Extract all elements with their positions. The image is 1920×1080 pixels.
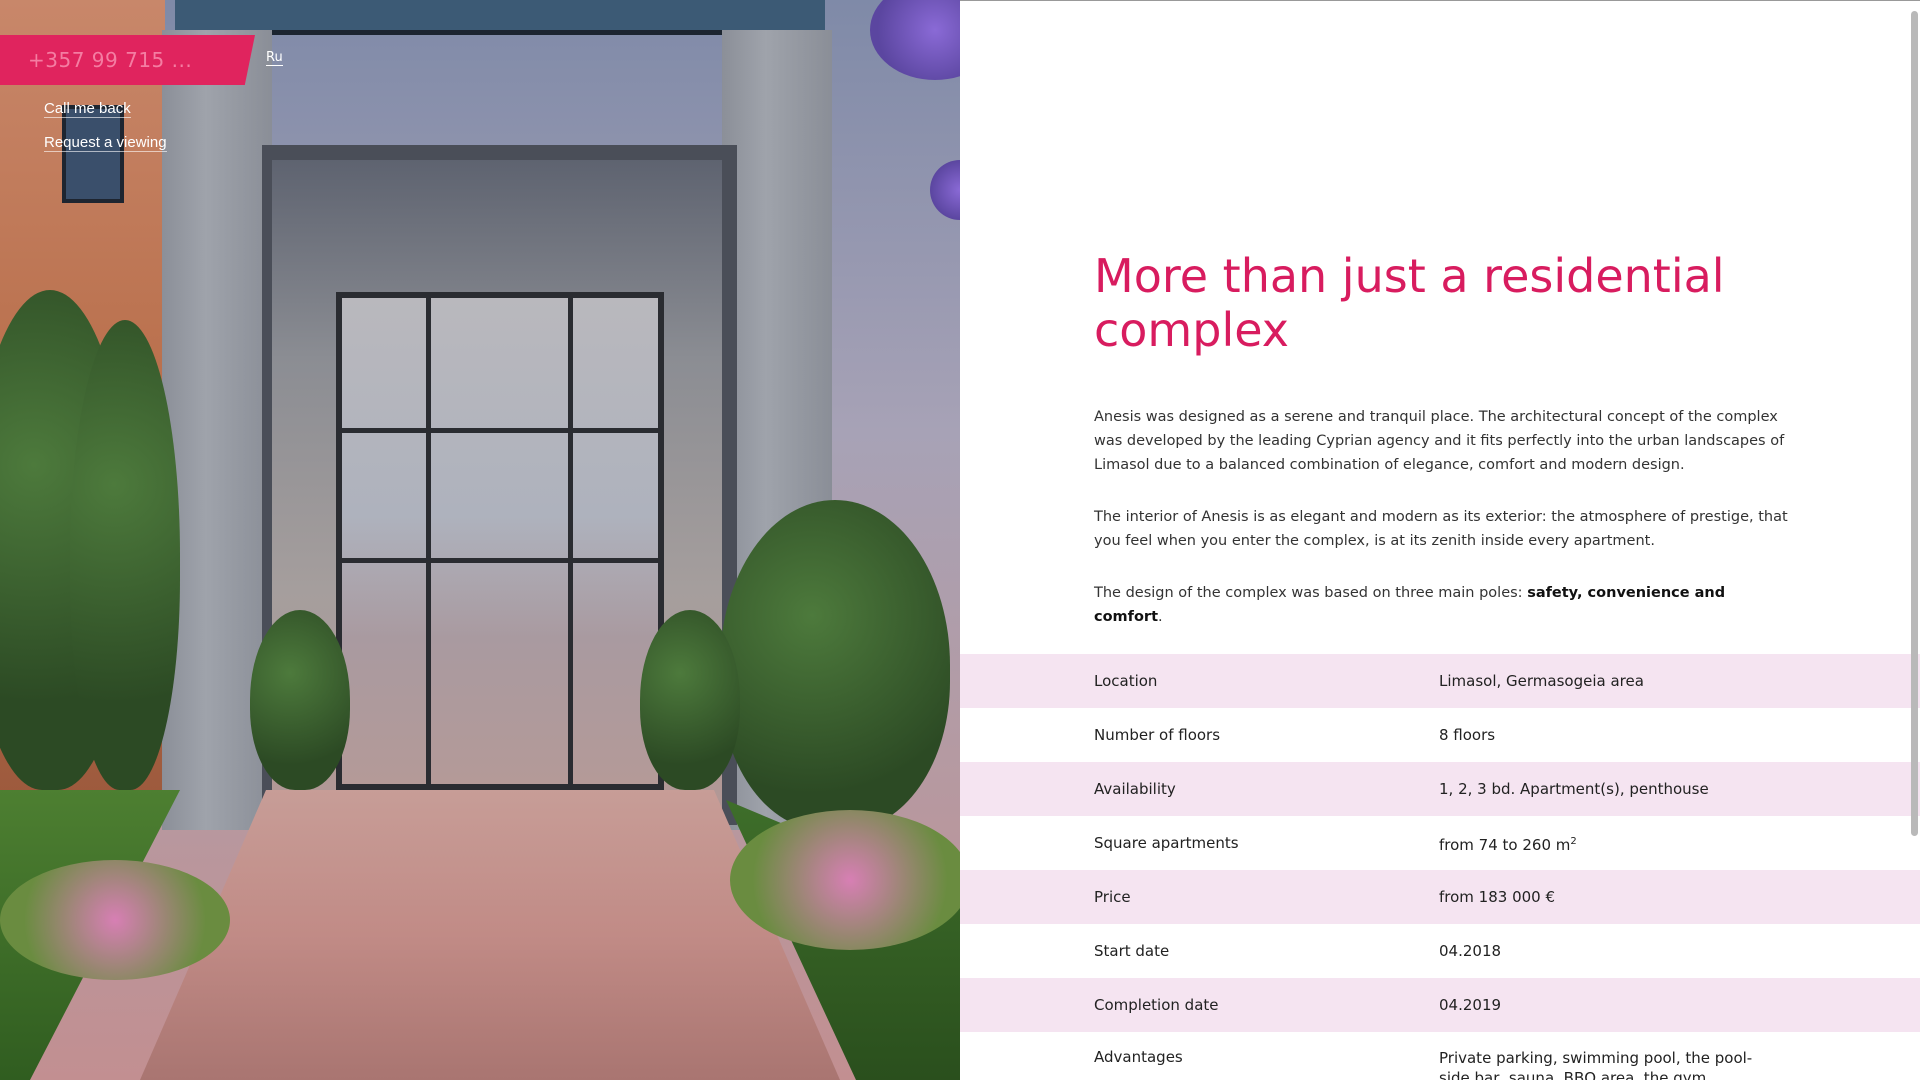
- hero-photo: [0, 0, 960, 1080]
- spec-value: Private parking, swimming pool, the pool…: [1439, 1049, 1753, 1080]
- spec-row-square: Square apartments from 74 to 260 m2: [960, 816, 1920, 870]
- intro-paragraph: Anesis was designed as a serene and tran…: [1094, 409, 1785, 473]
- phone-number[interactable]: +357 99 715 ...: [28, 48, 192, 72]
- spec-row-price: Price from 183 000 €: [960, 870, 1920, 924]
- tree: [70, 320, 180, 790]
- glass-entrance-door: [336, 292, 664, 790]
- spec-value: 8 floors: [1439, 726, 1496, 744]
- spec-value: 04.2019: [1439, 996, 1502, 1014]
- flower-bed: [730, 810, 960, 950]
- tree: [720, 500, 950, 830]
- vertical-scrollbar[interactable]: [1911, 11, 1918, 836]
- spec-label: Price: [1094, 888, 1131, 906]
- window: [62, 105, 124, 203]
- unit-superscript: 2: [1570, 835, 1577, 847]
- spec-label: Advantages: [1094, 1048, 1183, 1066]
- content-panel: More than just a residential complex Ane…: [960, 0, 1920, 1080]
- spec-row-floors: Number of floors 8 floors: [960, 708, 1920, 762]
- spec-label: Start date: [1094, 942, 1170, 960]
- language-switch-ru[interactable]: Ru: [266, 51, 283, 66]
- spec-label: Availability: [1094, 780, 1176, 798]
- page-title: More than just a residential complex: [1094, 249, 1725, 357]
- specs-table: Location Limasol, Germasogeia area Numbe…: [960, 654, 1920, 1080]
- spec-row-availability: Availability 1, 2, 3 bd. Apartment(s), p…: [960, 762, 1920, 816]
- walkway: [140, 790, 840, 1080]
- spec-value: from 183 000 €: [1439, 888, 1556, 906]
- interior-paragraph: The interior of Anesis is as elegant and…: [1094, 509, 1788, 549]
- spec-label: Completion date: [1094, 996, 1219, 1014]
- design-paragraph: The design of the complex was based on t…: [1094, 585, 1726, 625]
- spec-value: Limasol, Germasogeia area: [1439, 672, 1644, 690]
- spec-row-start-date: Start date 04.2018: [960, 924, 1920, 978]
- jacaranda-tree: [930, 160, 960, 220]
- flower-bed: [0, 860, 230, 980]
- spec-value: 04.2018: [1439, 942, 1502, 960]
- spec-row-location: Location Limasol, Germasogeia area: [960, 654, 1920, 708]
- request-viewing-link[interactable]: Request a viewing: [44, 134, 167, 152]
- palm: [640, 610, 740, 790]
- palm: [250, 610, 350, 790]
- call-me-back-link[interactable]: Call me back: [44, 100, 131, 118]
- spec-row-advantages: Advantages Private parking, swimming poo…: [960, 1032, 1920, 1080]
- spec-value: from 74 to 260 m2: [1439, 835, 1577, 854]
- jacaranda-tree: [870, 0, 960, 80]
- spec-label: Number of floors: [1094, 726, 1221, 744]
- spec-value: 1, 2, 3 bd. Apartment(s), penthouse: [1439, 780, 1709, 798]
- spec-label: Location: [1094, 672, 1158, 690]
- spec-row-completion-date: Completion date 04.2019: [960, 978, 1920, 1032]
- spec-label: Square apartments: [1094, 834, 1239, 852]
